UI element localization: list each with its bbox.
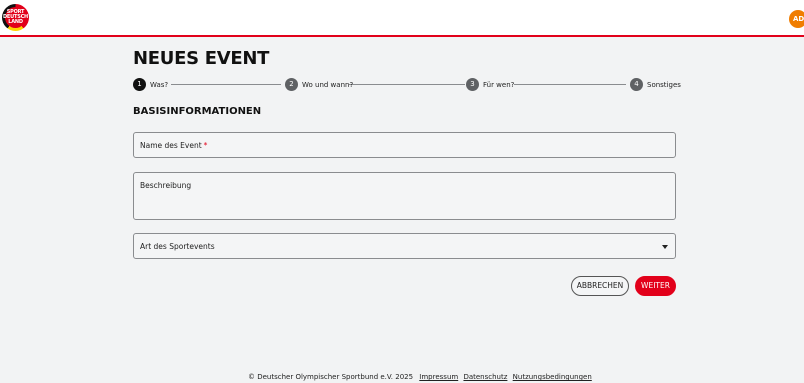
page-title: NEUES EVENT bbox=[133, 48, 270, 69]
cancel-button[interactable]: ABBRECHEN bbox=[571, 276, 629, 296]
step-label: Wo und wann? bbox=[302, 80, 354, 89]
step-was[interactable]: 1 Was? bbox=[133, 78, 168, 91]
step-connector bbox=[514, 84, 626, 85]
progress-stepper: 1 Was? 2 Wo und wann? 3 Für wen? 4 Sonst… bbox=[133, 78, 681, 91]
step-number: 4 bbox=[630, 78, 643, 91]
step-sonstiges[interactable]: 4 Sonstiges bbox=[630, 78, 681, 91]
step-number: 1 bbox=[133, 78, 146, 91]
description-field[interactable]: Beschreibung bbox=[133, 172, 676, 220]
impressum-link[interactable]: Impressum bbox=[419, 373, 458, 381]
step-label: Sonstiges bbox=[647, 80, 681, 89]
event-name-label: Name des Event * bbox=[140, 141, 208, 150]
nutzungsbedingungen-link[interactable]: Nutzungsbedingungen bbox=[513, 373, 592, 381]
step-number: 3 bbox=[466, 78, 479, 91]
step-fuer-wen[interactable]: 3 Für wen? bbox=[466, 78, 514, 91]
step-label: Was? bbox=[150, 80, 169, 89]
logo-text: SPORT DEUTSCH LAND bbox=[2, 9, 29, 25]
sport-deutschland-logo[interactable]: SPORT DEUTSCH LAND bbox=[2, 4, 29, 31]
event-type-select[interactable]: Art des Sportevents bbox=[133, 233, 676, 259]
description-label: Beschreibung bbox=[140, 181, 192, 190]
datenschutz-link[interactable]: Datenschutz bbox=[463, 373, 507, 381]
step-connector bbox=[349, 84, 465, 85]
top-bar: SPORT DEUTSCH LAND AD bbox=[0, 0, 804, 37]
required-mark: * bbox=[203, 141, 208, 150]
next-button[interactable]: WEITER bbox=[635, 276, 676, 296]
event-name-field[interactable]: Name des Event * bbox=[133, 132, 676, 158]
step-number: 2 bbox=[285, 78, 298, 91]
step-label: Für wen? bbox=[483, 80, 515, 89]
copyright-text: © Deutscher Olympischer Sportbund e.V. 2… bbox=[248, 373, 414, 381]
section-title: BASISINFORMATIONEN bbox=[133, 106, 262, 117]
user-avatar[interactable]: AD bbox=[789, 10, 804, 28]
chevron-down-icon bbox=[662, 245, 668, 249]
footer: © Deutscher Olympischer Sportbund e.V. 2… bbox=[248, 373, 595, 383]
step-connector bbox=[171, 84, 281, 85]
event-type-label: Art des Sportevents bbox=[140, 242, 215, 251]
step-wo-und-wann[interactable]: 2 Wo und wann? bbox=[285, 78, 353, 91]
